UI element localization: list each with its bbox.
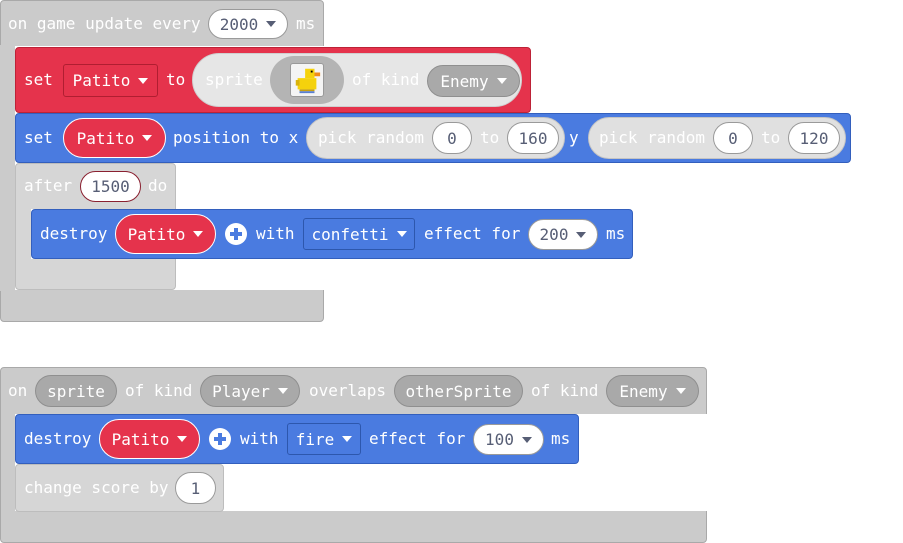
with-label: with (256, 224, 295, 243)
chevron-down-icon (142, 135, 153, 141)
on-label: on (8, 381, 28, 400)
kind-value: Enemy (440, 71, 489, 91)
effect-value: confetti (311, 224, 389, 244)
variable-dropdown[interactable]: Patito (63, 118, 166, 158)
destroy-label: destroy (24, 429, 92, 448)
x-max-value: 160 (518, 128, 548, 148)
of-kind-label: of kind (125, 381, 193, 400)
chevron-down-icon (521, 436, 532, 443)
effect-dropdown[interactable]: fire (287, 423, 361, 455)
other-sprite-value: otherSprite (405, 381, 512, 401)
y-max-value: 120 (799, 128, 829, 148)
effect-dropdown[interactable]: confetti (303, 218, 415, 250)
ms-label: ms (551, 429, 571, 448)
score-amount-input[interactable]: 1 (175, 472, 216, 504)
chevron-down-icon (138, 77, 149, 84)
variable-name: Patito (111, 429, 170, 449)
chevron-down-icon (576, 231, 587, 238)
variable-name: Patito (127, 224, 186, 244)
container-left-arm (0, 45, 16, 291)
sprite-param-value: sprite (47, 381, 105, 401)
chevron-down-icon (193, 231, 204, 237)
y-label: y (569, 128, 579, 147)
sprite-param[interactable]: sprite (35, 375, 117, 407)
set-label: set (24, 128, 53, 147)
effect-for-label: effect for (369, 429, 466, 448)
y-min-input[interactable]: 0 (713, 122, 753, 154)
variable-name: Patito (72, 71, 131, 90)
duck-icon (295, 68, 321, 94)
variable-dropdown[interactable]: Patito (63, 64, 158, 97)
x-max-input[interactable]: 160 (507, 122, 559, 154)
change-score-label: change score by (24, 478, 169, 497)
with-label: with (240, 429, 279, 448)
of-kind-label: of kind (352, 70, 420, 89)
to-label: to (166, 70, 186, 89)
chevron-down-icon (177, 436, 188, 442)
chevron-down-icon (266, 21, 277, 27)
kind-value: Player (212, 381, 270, 401)
score-amount-value: 1 (190, 478, 201, 498)
to-label: to (761, 128, 781, 147)
variable-name: Patito (76, 128, 135, 148)
chevron-down-icon (277, 388, 288, 394)
x-min-input[interactable]: 0 (432, 122, 472, 154)
destroy-label: destroy (40, 224, 108, 243)
interval-value: 2000 (219, 14, 259, 34)
ms-label: ms (296, 14, 316, 33)
set-label: set (24, 70, 53, 89)
duration-value: 200 (539, 225, 569, 244)
effect-for-label: effect for (424, 224, 521, 243)
kind-player-dropdown[interactable]: Player (200, 375, 300, 407)
position-to-x-label: position to x (173, 128, 299, 147)
kind-value: Enemy (619, 381, 668, 401)
kind-dropdown[interactable]: Enemy (427, 65, 520, 97)
interval-dropdown[interactable]: 2000 (208, 9, 288, 39)
on-game-update-label: on game update every (8, 14, 201, 33)
y-max-input[interactable]: 120 (788, 122, 840, 154)
pick-random-label: pick random (318, 128, 424, 147)
variable-dropdown[interactable]: Patito (115, 214, 216, 254)
chevron-down-icon (342, 436, 353, 442)
sprite-image-field[interactable] (270, 56, 344, 104)
plus-icon[interactable] (225, 223, 247, 245)
do-label: do (148, 176, 168, 195)
overlaps-label: overlaps (309, 381, 387, 400)
delay-input[interactable]: 1500 (80, 171, 141, 202)
x-min-value: 0 (447, 128, 457, 148)
kind-enemy-dropdown[interactable]: Enemy (606, 375, 699, 407)
duration-dropdown[interactable]: 200 (528, 219, 598, 250)
duck-sprite-icon (290, 63, 324, 97)
plus-icon[interactable] (209, 428, 231, 450)
chevron-down-icon (675, 388, 686, 394)
effect-value: fire (295, 429, 335, 449)
y-min-value: 0 (728, 128, 738, 148)
ms-label: ms (606, 224, 626, 243)
of-kind-label: of kind (531, 381, 599, 400)
other-sprite-param[interactable]: otherSprite (394, 375, 523, 407)
delay-value: 1500 (91, 177, 130, 196)
duration-dropdown[interactable]: 100 (473, 424, 544, 455)
sprite-label: sprite (205, 70, 263, 89)
chevron-down-icon (396, 231, 407, 237)
after-label: after (24, 176, 73, 195)
chevron-down-icon (496, 78, 507, 84)
variable-dropdown[interactable]: Patito (99, 419, 200, 459)
pick-random-label: pick random (599, 128, 705, 147)
to-label: to (480, 128, 500, 147)
duration-value: 100 (485, 430, 514, 449)
